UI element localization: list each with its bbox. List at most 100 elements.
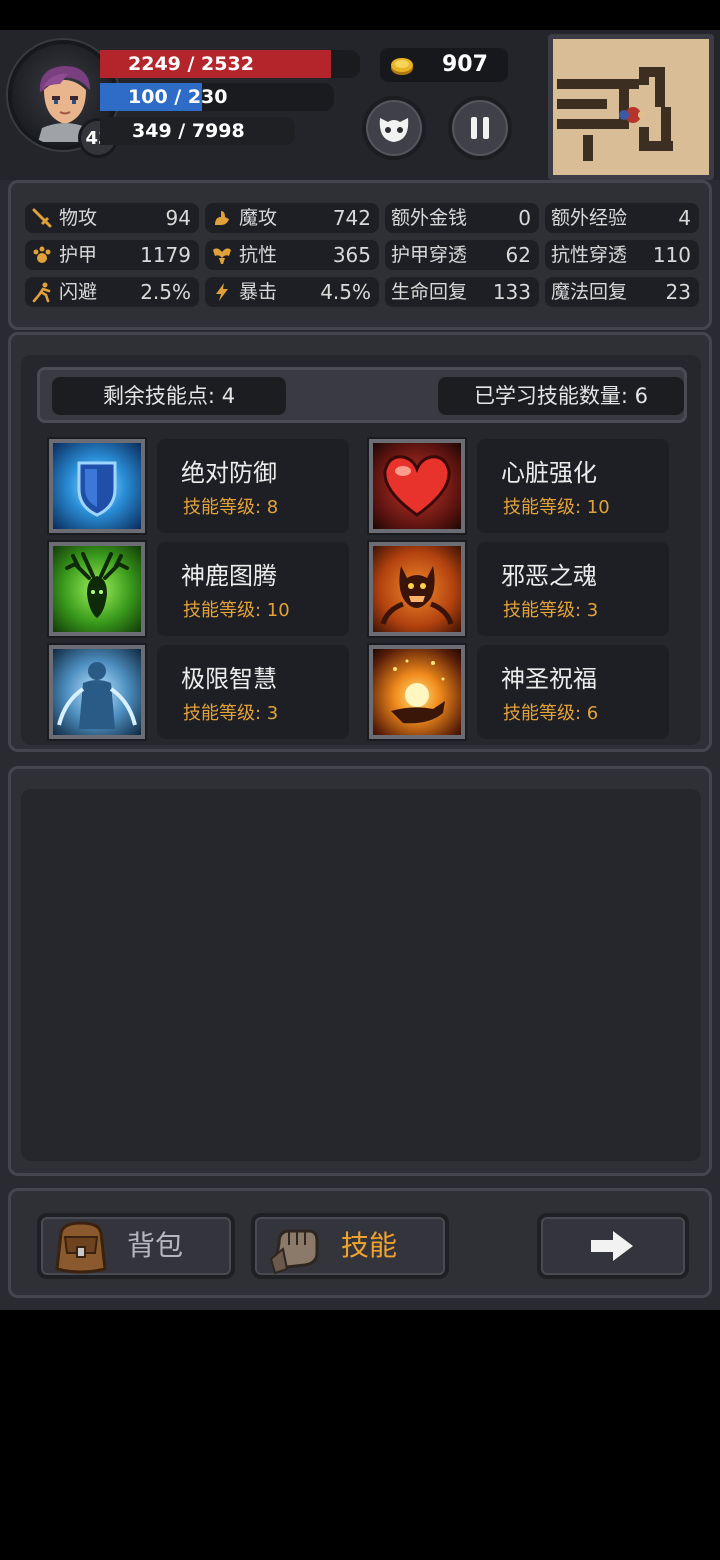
skills-button[interactable]: 技能 [251,1213,449,1279]
stat-label: 物攻 [59,207,98,229]
bag-button[interactable]: 背包 [37,1213,235,1279]
skill-card-ultimate-wisdom[interactable]: 极限智慧 技能等级: 3 [157,645,349,739]
stat-resistance-penetration: 抗性穿透 110 [545,240,699,270]
skill-name: 神圣祝福 [501,665,597,693]
stat-value: 4.5% [320,280,371,304]
stat-label: 额外经验 [551,207,628,229]
stat-label: 抗性穿透 [551,244,628,266]
stat-label: 魔攻 [239,207,278,229]
stat-extra-exp: 额外经验 4 [545,203,699,233]
stat-label: 闪避 [59,281,98,303]
stat-value: 133 [492,280,531,304]
stat-value: 2.5% [140,280,191,304]
xp-bar: 349 / 7998 [100,117,295,145]
magic-hand-icon [215,211,229,225]
paw-armor-icon [33,246,51,263]
remaining-skill-points: 剩余技能点: 4 [52,377,286,415]
skill-level: 技能等级: 8 [183,497,279,518]
skills-label: 技能 [341,1229,398,1262]
heart-icon [383,455,451,517]
fist-icon [269,1229,319,1275]
backpack-icon [55,1221,107,1274]
stat-mp-regen: 魔法回复 23 [545,277,699,307]
stat-critical: 暴击 4.5% [205,277,379,307]
hp-text: 2249 / 2532 [128,53,254,75]
stat-resistance: 抗性 365 [205,240,379,270]
stat-value: 365 [332,243,371,267]
skill-detail-panel [8,766,712,1176]
skill-icon-heart-enhance[interactable] [369,439,465,533]
skill-info-bar: 剩余技能点: 4 已学习技能数量: 6 [37,367,687,423]
skill-icon-holy-blessing[interactable] [369,645,465,739]
minimap-maze-icon [557,67,673,161]
stat-value: 1179 [140,243,191,267]
gold-coin-icon [391,58,413,75]
stat-value: 23 [665,280,691,304]
muscle-icon [213,248,231,264]
pause-button[interactable] [448,96,512,160]
stat-label: 生命回复 [391,281,468,303]
gold-counter: 907 [380,48,508,82]
blue-shield-icon [77,461,117,517]
stat-label: 抗性 [239,244,278,266]
skill-card-heart-enhance[interactable]: 心脏强化 技能等级: 10 [477,439,669,533]
mp-bar: 100 / 230 [100,83,334,111]
skill-detail-content [21,789,701,1161]
lightning-icon [216,283,228,301]
skill-name: 邪恶之魂 [501,562,597,590]
skill-panel: 剩余技能点: 4 已学习技能数量: 6 绝对防御 技能等级: 8 心脏强化 技能… [8,332,712,752]
skill-level: 技能等级: 10 [183,600,290,621]
stat-physical-attack: 物攻 94 [25,203,199,233]
stat-label: 额外金钱 [391,207,468,229]
skill-icon-absolute-defense[interactable] [49,439,145,533]
stat-label: 魔法回复 [551,281,628,303]
mp-text: 100 / 230 [128,86,228,108]
stat-dodge: 闪避 2.5% [25,277,199,307]
hud-header: 43 2249 / 2532 100 / 230 349 / 7998 907 [0,30,720,180]
bottom-nav-bar: 背包 技能 [8,1188,712,1298]
skill-icon-ultimate-wisdom[interactable] [49,645,145,739]
stat-hp-regen: 生命回复 133 [385,277,539,307]
stat-magic-attack: 魔攻 742 [205,203,379,233]
stat-extra-gold: 额外金钱 0 [385,203,539,233]
learned-skill-count: 已学习技能数量: 6 [438,377,684,415]
stat-value: 0 [518,206,531,230]
dungeon-minimap[interactable] [548,34,714,180]
stat-label: 护甲 [59,244,98,266]
stats-panel: 物攻 94 魔攻 742 额外金钱 0 额外经验 4 护甲 1179 抗性 36… [8,180,712,330]
game-screen: 43 2249 / 2532 100 / 230 349 / 7998 907 [0,30,720,1310]
arrow-right-icon [591,1231,633,1261]
skill-card-deer-totem[interactable]: 神鹿图腾 技能等级: 10 [157,542,349,636]
next-button[interactable] [537,1213,689,1279]
stat-value: 4 [678,206,691,230]
stat-value: 94 [165,206,191,230]
stat-value: 110 [652,243,691,267]
skill-level: 技能等级: 3 [503,600,599,621]
skill-card-absolute-defense[interactable]: 绝对防御 技能等级: 8 [157,439,349,533]
skill-icon-deer-totem[interactable] [49,542,145,636]
stat-armor: 护甲 1179 [25,240,199,270]
skill-name: 极限智慧 [181,665,277,693]
pet-face-icon [379,118,409,142]
xp-text: 349 / 7998 [132,120,245,142]
stat-value: 62 [505,243,531,267]
gold-value: 907 [442,52,488,77]
wisdom-figure-icon [57,662,137,729]
hp-bar: 2249 / 2532 [100,50,360,78]
pause-icon [471,117,489,139]
sword-icon [32,208,52,228]
pet-button[interactable] [362,96,426,160]
skill-card-holy-blessing[interactable]: 神圣祝福 技能等级: 6 [477,645,669,739]
skill-icon-evil-soul[interactable] [369,542,465,636]
bag-label: 背包 [127,1229,184,1262]
stat-armor-penetration: 护甲穿透 62 [385,240,539,270]
skill-card-evil-soul[interactable]: 邪恶之魂 技能等级: 3 [477,542,669,636]
skill-name: 神鹿图腾 [181,562,277,590]
stat-value: 742 [332,206,371,230]
evil-spirit-icon [380,566,454,625]
holy-blessing-icon [391,659,445,724]
skill-level: 技能等级: 10 [503,497,610,518]
running-icon [32,282,51,303]
skill-level: 技能等级: 3 [183,703,279,724]
skill-name: 绝对防御 [181,459,277,487]
